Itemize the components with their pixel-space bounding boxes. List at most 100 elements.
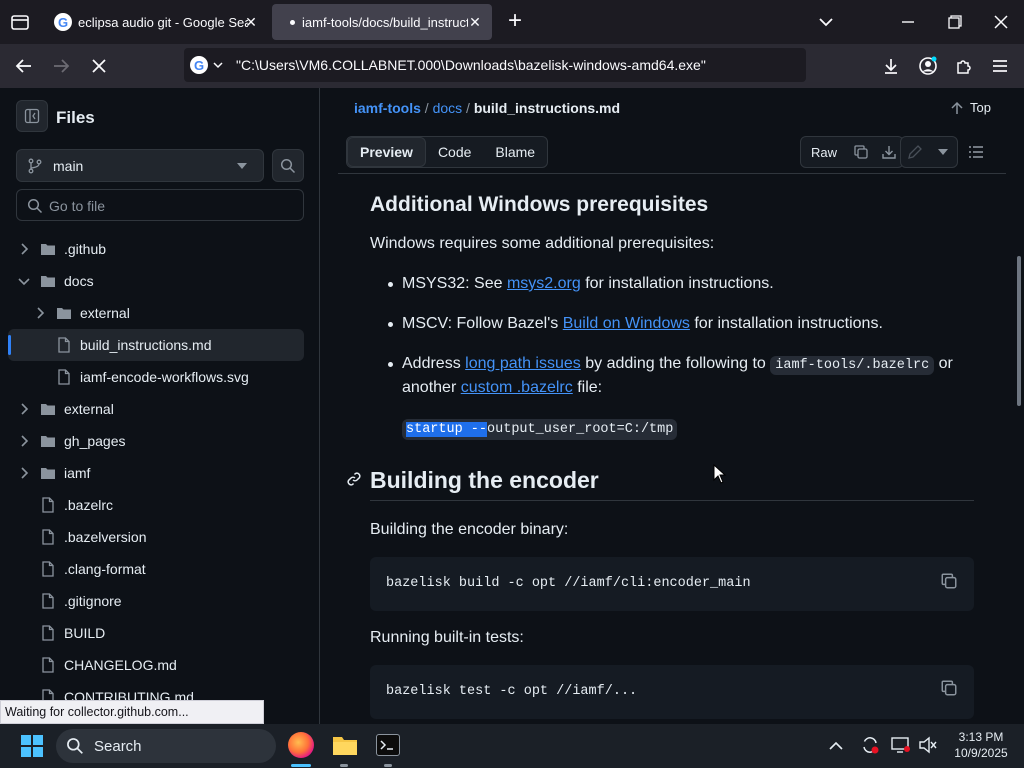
tab-overflow-chevron-icon[interactable] bbox=[812, 8, 840, 36]
build-on-windows-link[interactable]: Build on Windows bbox=[563, 315, 690, 332]
show-hidden-icons-chevron-icon[interactable] bbox=[828, 738, 844, 754]
page-scrollbar[interactable] bbox=[1014, 88, 1024, 724]
forward-arrow-icon bbox=[48, 53, 74, 79]
tree-file[interactable]: build_instructions.md bbox=[8, 329, 304, 361]
list-item-long-path-line2: another custom .bazelrc file: bbox=[402, 379, 602, 397]
anchor-link-icon[interactable] bbox=[346, 471, 362, 487]
text: for installation instructions. bbox=[580, 275, 774, 292]
tree-folder[interactable]: external bbox=[8, 297, 304, 329]
file-explorer-taskbar-icon[interactable] bbox=[332, 734, 358, 756]
tree-file[interactable]: .gitignore bbox=[8, 585, 304, 617]
collapse-sidebar-button[interactable] bbox=[16, 100, 48, 132]
text: or bbox=[934, 355, 953, 372]
windows-taskbar: Search 3:13 PM 10/9/2025 bbox=[0, 724, 1024, 768]
tree-folder[interactable]: external bbox=[8, 393, 304, 425]
back-arrow-icon[interactable] bbox=[11, 53, 37, 79]
tree-item-label: .bazelrc bbox=[64, 497, 114, 513]
back-to-top-button[interactable]: Top bbox=[950, 100, 991, 115]
copy-icon[interactable] bbox=[940, 572, 960, 592]
folder-icon bbox=[40, 241, 56, 257]
tree-file[interactable]: BUILD bbox=[8, 617, 304, 649]
new-tab-icon[interactable]: + bbox=[504, 9, 526, 33]
app-indicator bbox=[384, 764, 392, 767]
chevron-right-icon[interactable] bbox=[16, 241, 32, 257]
extensions-icon[interactable] bbox=[951, 53, 977, 79]
minimize-icon[interactable] bbox=[894, 8, 922, 36]
tree-file[interactable]: .clang-format bbox=[8, 553, 304, 585]
tree-item-label: .github bbox=[64, 241, 107, 257]
volume-muted-icon[interactable] bbox=[918, 736, 938, 754]
branch-selector[interactable]: main bbox=[16, 149, 264, 182]
close-tab-icon[interactable]: ✕ bbox=[466, 13, 484, 31]
tree-folder[interactable]: docs bbox=[8, 265, 304, 297]
tab-build-instructions[interactable]: iamf-tools/docs/build_instructio ✕ bbox=[272, 4, 492, 40]
url-bar[interactable]: G "C:\Users\VM6.COLLABNET.000\Downloads\… bbox=[184, 48, 806, 82]
edit-pencil-icon[interactable] bbox=[901, 137, 929, 167]
terminal-taskbar-icon[interactable] bbox=[376, 734, 400, 756]
restore-icon[interactable] bbox=[941, 8, 969, 36]
bazelrc-inline-code: iamf-tools/.bazelrc bbox=[770, 356, 935, 375]
breadcrumb-repo-link[interactable]: iamf-tools bbox=[354, 100, 421, 116]
selected-text: startup -- bbox=[406, 422, 488, 437]
copy-icon[interactable] bbox=[940, 679, 960, 699]
stop-loading-icon[interactable] bbox=[86, 53, 112, 79]
long-path-issues-link[interactable]: long path issues bbox=[465, 355, 581, 372]
firefox-taskbar-icon[interactable] bbox=[288, 732, 314, 758]
tree-file[interactable]: CHANGELOG.md bbox=[8, 649, 304, 681]
tree-folder[interactable]: gh_pages bbox=[8, 425, 304, 457]
account-icon[interactable] bbox=[915, 53, 941, 79]
downloads-icon[interactable] bbox=[878, 53, 904, 79]
folder-icon bbox=[40, 401, 56, 417]
edit-dropdown-icon[interactable] bbox=[929, 137, 957, 167]
raw-button[interactable]: Raw bbox=[801, 137, 847, 167]
tree-folder[interactable]: .github bbox=[8, 233, 304, 265]
tab-list-icon[interactable] bbox=[10, 12, 30, 32]
copy-raw-icon[interactable] bbox=[847, 137, 875, 167]
close-window-icon[interactable] bbox=[987, 8, 1015, 36]
tree-item-label: external bbox=[80, 305, 130, 321]
outline-list-icon[interactable] bbox=[968, 144, 984, 160]
download-raw-icon[interactable] bbox=[875, 137, 903, 167]
breadcrumb-separator: / bbox=[424, 100, 429, 116]
search-engine-google-icon[interactable]: G bbox=[190, 56, 208, 74]
tree-file[interactable]: iamf-encode-workflows.svg bbox=[8, 361, 304, 393]
folder-icon bbox=[40, 273, 56, 289]
engine-dropdown-chevron-icon[interactable] bbox=[212, 59, 224, 71]
scrollbar-thumb[interactable] bbox=[1017, 256, 1021, 406]
tree-item-label: docs bbox=[64, 273, 94, 289]
breadcrumb-dir-link[interactable]: docs bbox=[433, 100, 463, 116]
file-icon bbox=[56, 337, 72, 353]
search-files-button[interactable] bbox=[272, 149, 304, 182]
startup-code-snippet[interactable]: startup --output_user_root=C:/tmp bbox=[402, 419, 678, 440]
breadcrumb-separator: / bbox=[466, 100, 470, 116]
taskbar-search-box[interactable]: Search bbox=[56, 729, 276, 763]
tab-blame[interactable]: Blame bbox=[483, 137, 547, 167]
msys2-link[interactable]: msys2.org bbox=[507, 275, 581, 292]
clock[interactable]: 3:13 PM 10/9/2025 bbox=[946, 729, 1016, 761]
code-text: output_user_root=C:/tmp bbox=[487, 422, 674, 437]
app-menu-icon[interactable] bbox=[987, 53, 1013, 79]
chevron-right-icon[interactable] bbox=[16, 465, 32, 481]
windows-start-icon[interactable] bbox=[20, 734, 44, 758]
branch-dropdown-icon bbox=[237, 163, 247, 169]
tree-file[interactable]: .bazelversion bbox=[8, 521, 304, 553]
tab-preview[interactable]: Preview bbox=[347, 137, 426, 167]
tree-folder[interactable]: iamf bbox=[8, 457, 304, 489]
tree-file[interactable]: .bazelrc bbox=[8, 489, 304, 521]
chevron-right-icon[interactable] bbox=[16, 433, 32, 449]
chevron-right-icon[interactable] bbox=[16, 401, 32, 417]
bullet-dot bbox=[388, 282, 393, 287]
chevron-down-icon[interactable] bbox=[16, 273, 32, 289]
tab-code[interactable]: Code bbox=[426, 137, 483, 167]
tree-item-label: iamf bbox=[64, 465, 91, 481]
tab-google-search[interactable]: G eclipsa audio git - Google Searc ✕ bbox=[44, 4, 268, 40]
tree-item-label: .clang-format bbox=[64, 561, 146, 577]
go-to-file-input[interactable]: Go to file bbox=[16, 189, 304, 221]
chevron-right-icon[interactable] bbox=[32, 305, 48, 321]
tab-title: iamf-tools/docs/build_instructio bbox=[302, 14, 468, 30]
search-icon bbox=[66, 737, 84, 755]
custom-bazelrc-link[interactable]: custom .bazelrc bbox=[461, 379, 573, 396]
close-tab-icon[interactable]: ✕ bbox=[242, 13, 260, 31]
sync-status-icon[interactable] bbox=[860, 735, 880, 755]
network-display-icon[interactable] bbox=[891, 736, 911, 754]
